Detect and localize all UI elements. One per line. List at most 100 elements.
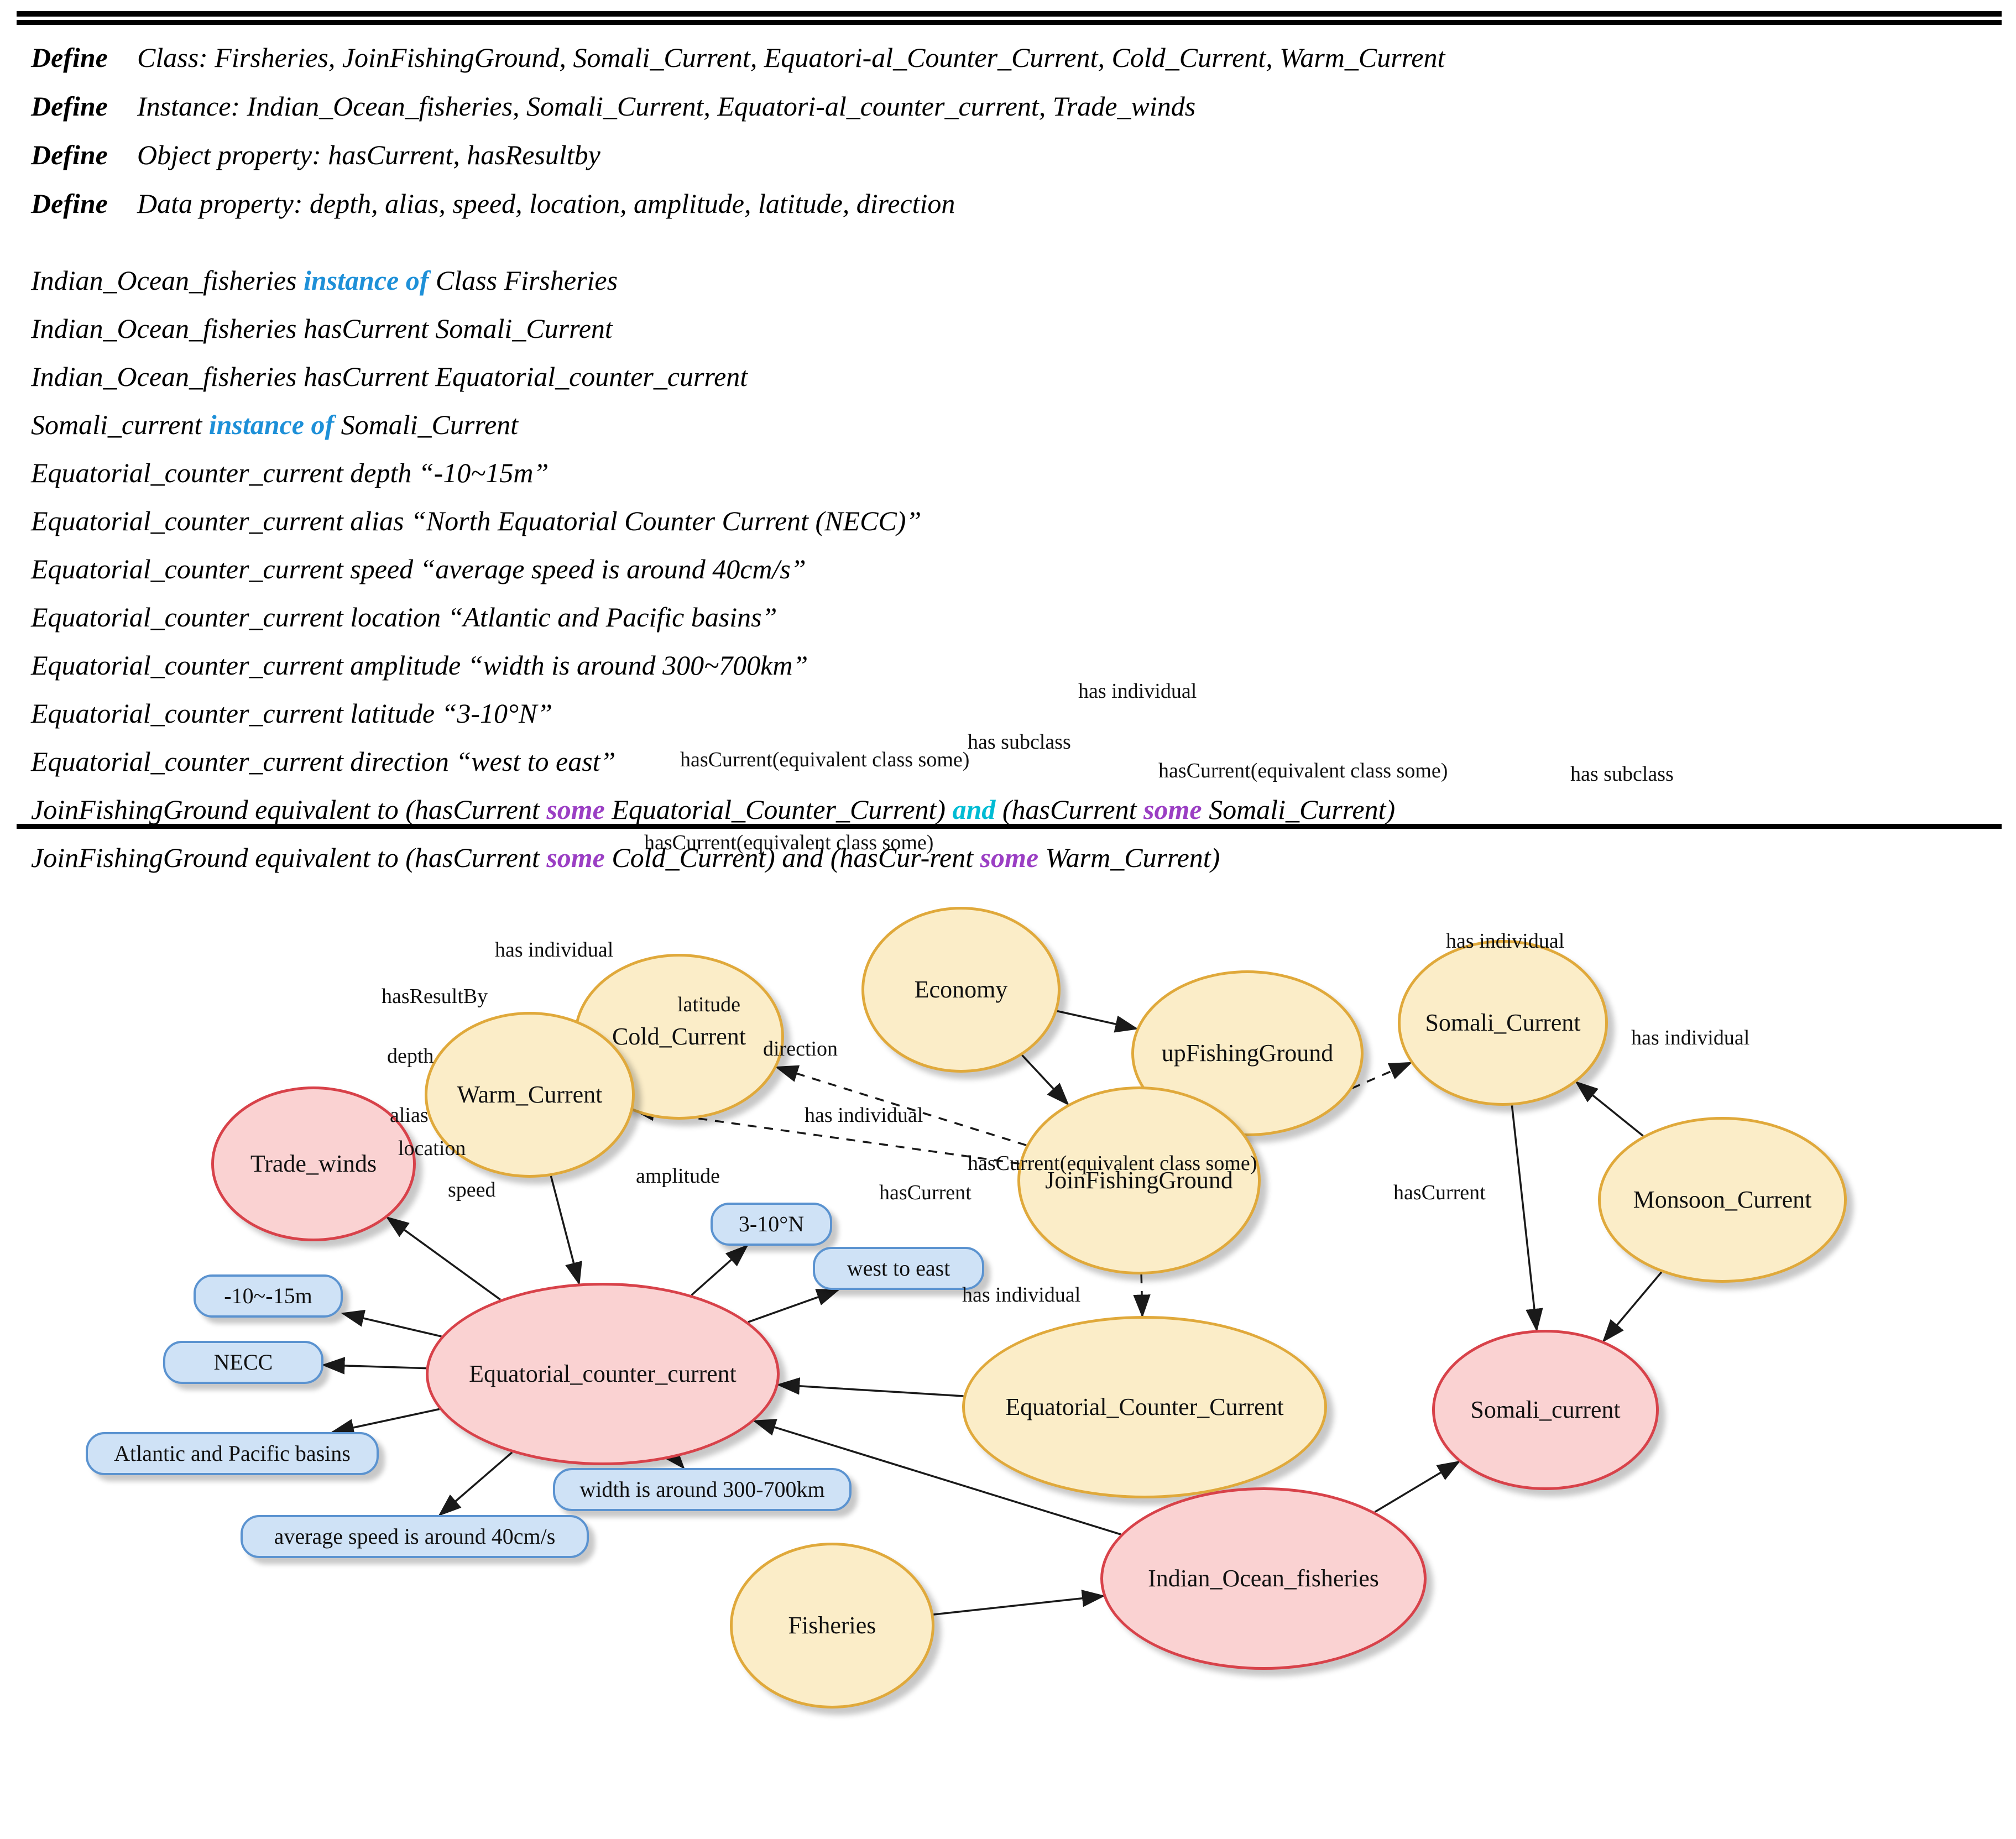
graph-edge-label: has subclass <box>968 730 1071 754</box>
graph-node-label: Fisheries <box>788 1611 876 1639</box>
axiom-text: Data property: depth, alias, speed, loca… <box>137 188 955 219</box>
graph-edge-monsoon-to-somali_C <box>1575 1080 1644 1137</box>
statement-keyword: instance of <box>303 265 429 296</box>
graph-node-iof[interactable]: Indian_Ocean_fisheries <box>1100 1487 1427 1670</box>
graph-edge-label: hasCurrent(equivalent class some) <box>644 831 934 854</box>
graph-node-necc[interactable]: NECC <box>163 1341 323 1384</box>
axiom-row: Define Data property: depth, alias, spee… <box>31 179 1977 228</box>
graph-edge-ecc_ind-to-dir <box>748 1289 840 1323</box>
graph-edge-somali_C-to-somali_i <box>1511 1105 1543 1332</box>
graph-node-ecc_class[interactable]: Equatorial_Counter_Current <box>962 1316 1327 1498</box>
graph-edge-label: has individual <box>1078 680 1197 703</box>
graph-node-label: Monsoon_Current <box>1633 1185 1812 1213</box>
graph-edge-ecc_class-to-ecc_ind <box>776 1377 964 1397</box>
graph-node-economy[interactable]: Economy <box>861 907 1061 1073</box>
graph-edge-ecc_ind-to-necc <box>321 1357 426 1375</box>
graph-edge-fisheries-to-iof <box>933 1590 1105 1616</box>
graph-node-ecc_ind[interactable]: Equatorial_counter_current <box>426 1283 780 1465</box>
statement-text: Equatorial_Counter_Current) <box>604 794 953 825</box>
graph-node-label: Trade_winds <box>250 1150 377 1177</box>
axiom-keyword: Define <box>31 139 108 170</box>
statement-line: Somali_current instance of Somali_Curren… <box>31 401 1977 449</box>
graph-edge-label: has individual <box>495 938 614 962</box>
statement-text: Indian_Ocean_fisheries hasCurrent Somali… <box>31 313 613 344</box>
graph-edge-ecc_ind-to-lat <box>691 1244 749 1296</box>
statement-line: Indian_Ocean_fisheries instance of Class… <box>31 257 1977 305</box>
statement-line: Indian_Ocean_fisheries hasCurrent Equato… <box>31 353 1977 401</box>
graph-edge-economy-to-upfishing <box>1057 1010 1138 1033</box>
axiom-definitions-block: Define Class: Firsheries, JoinFishingGro… <box>31 33 1977 882</box>
statement-line: Equatorial_counter_current speed “averag… <box>31 545 1977 593</box>
axiom-keyword: Define <box>31 188 108 219</box>
graph-edge-ecc_ind-to-amp <box>663 1446 685 1470</box>
axiom-text: Object property: hasCurrent, hasResultby <box>137 139 600 170</box>
graph-node-amp[interactable]: width is around 300-700km <box>553 1468 852 1511</box>
statement-keyword: some <box>546 794 605 825</box>
graph-node-label: -10~-15m <box>224 1283 312 1308</box>
statement-text: Equatorial_counter_current alias “North … <box>31 505 922 536</box>
graph-node-lat[interactable]: 3-10°N <box>711 1203 832 1246</box>
graph-node-label: Economy <box>914 975 1008 1003</box>
graph-edge-warm-to-ecc_ind <box>550 1176 582 1286</box>
statement-keyword: and <box>952 794 996 825</box>
statement-line: Equatorial_counter_current amplitude “wi… <box>31 641 1977 689</box>
top-double-rule <box>17 11 2002 25</box>
graph-node-label: Equatorial_counter_current <box>469 1360 737 1387</box>
ontology-graph: Economy upFishingGround Somali_Current Cold… <box>0 680 2016 1839</box>
statement-text: Class Firsheries <box>429 265 618 296</box>
graph-node-label: upFishingGround <box>1161 1039 1334 1067</box>
statement-text: Somali_current <box>31 409 209 440</box>
statement-text: Equatorial_counter_current amplitude “wi… <box>31 650 808 681</box>
graph-node-joinfg[interactable]: JoinFishingGround <box>1017 1086 1261 1274</box>
graph-edge-label: has individual <box>1631 1026 1750 1049</box>
graph-edge-label: speed <box>448 1178 496 1201</box>
graph-edge-ecc_ind-to-trade <box>385 1216 501 1300</box>
graph-node-label: NECC <box>213 1350 273 1375</box>
axiom-row: Define Class: Firsheries, JoinFishingGro… <box>31 33 1977 82</box>
statement-text: Equatorial_counter_current speed “averag… <box>31 553 806 584</box>
graph-edge-label: location <box>398 1137 466 1160</box>
graph-edge-label: has individual <box>962 1283 1081 1307</box>
graph-edge-economy-to-joinfg <box>1021 1054 1069 1106</box>
page-root: Define Class: Firsheries, JoinFishingGro… <box>0 0 2016 1839</box>
statement-text: Equatorial_counter_current location “Atl… <box>31 602 777 633</box>
graph-edge-iof-to-somali_i <box>1374 1460 1461 1513</box>
graph-edge-label: amplitude <box>636 1164 720 1188</box>
graph-node-dir[interactable]: west to east <box>813 1247 984 1290</box>
graph-node-label: Cold_Current <box>612 1022 746 1050</box>
axiom-keyword: Define <box>31 42 108 73</box>
graph-node-monsoon[interactable]: Monsoon_Current <box>1598 1117 1847 1283</box>
statement-line: Equatorial_counter_current alias “North … <box>31 497 1977 545</box>
graph-node-spd[interactable]: average speed is around 40cm/s <box>241 1515 589 1558</box>
graph-edge-label: hasCurrent <box>1393 1181 1486 1204</box>
axiom-keyword: Define <box>31 91 108 122</box>
statement-text: Somali_Current) <box>1202 794 1396 825</box>
graph-node-label: average speed is around 40cm/s <box>274 1524 556 1549</box>
statement-text: Equatorial_counter_current depth “-10~15… <box>31 457 549 488</box>
axiom-text: Instance: Indian_Ocean_fisheries, Somali… <box>137 91 1196 122</box>
graph-node-label: Atlantic and Pacific basins <box>114 1441 351 1466</box>
statement-line: Equatorial_counter_current location “Atl… <box>31 593 1977 641</box>
graph-edge-label: direction <box>763 1037 838 1060</box>
axiom-row: Define Instance: Indian_Ocean_fisheries,… <box>31 82 1977 130</box>
statement-text: Indian_Ocean_fisheries <box>31 265 304 296</box>
statement-text: (hasCurrent <box>995 794 1144 825</box>
graph-node-somali_C[interactable]: Somali_Current <box>1398 940 1608 1106</box>
graph-node-trade[interactable]: Trade_winds <box>211 1086 416 1241</box>
graph-edge-label: hasCurrent(equivalent class some) <box>680 748 970 771</box>
graph-node-depth[interactable]: -10~-15m <box>194 1274 343 1318</box>
graph-edge-ecc_ind-to-loc <box>331 1408 440 1436</box>
graph-node-fisheries[interactable]: Fisheries <box>730 1543 934 1709</box>
graph-edge-label: alias <box>390 1104 429 1127</box>
graph-node-label: Warm_Current <box>457 1080 603 1108</box>
statement-line: Equatorial_counter_current depth “-10~15… <box>31 449 1977 497</box>
graph-node-label: width is around 300-700km <box>579 1477 825 1502</box>
statement-text: Equatorial_counter_current latitude “3-1… <box>31 698 553 729</box>
graph-node-somali_i[interactable]: Somali_current <box>1432 1330 1659 1490</box>
graph-edge-ecc_ind-to-spd <box>438 1451 513 1517</box>
graph-node-loc[interactable]: Atlantic and Pacific basins <box>86 1432 379 1475</box>
graph-node-label: Somali_Current <box>1425 1009 1581 1036</box>
graph-edge-label: has subclass <box>1570 762 1674 786</box>
graph-node-label: west to east <box>847 1256 950 1281</box>
graph-edge-ecc_ind-to-depth <box>341 1309 442 1338</box>
